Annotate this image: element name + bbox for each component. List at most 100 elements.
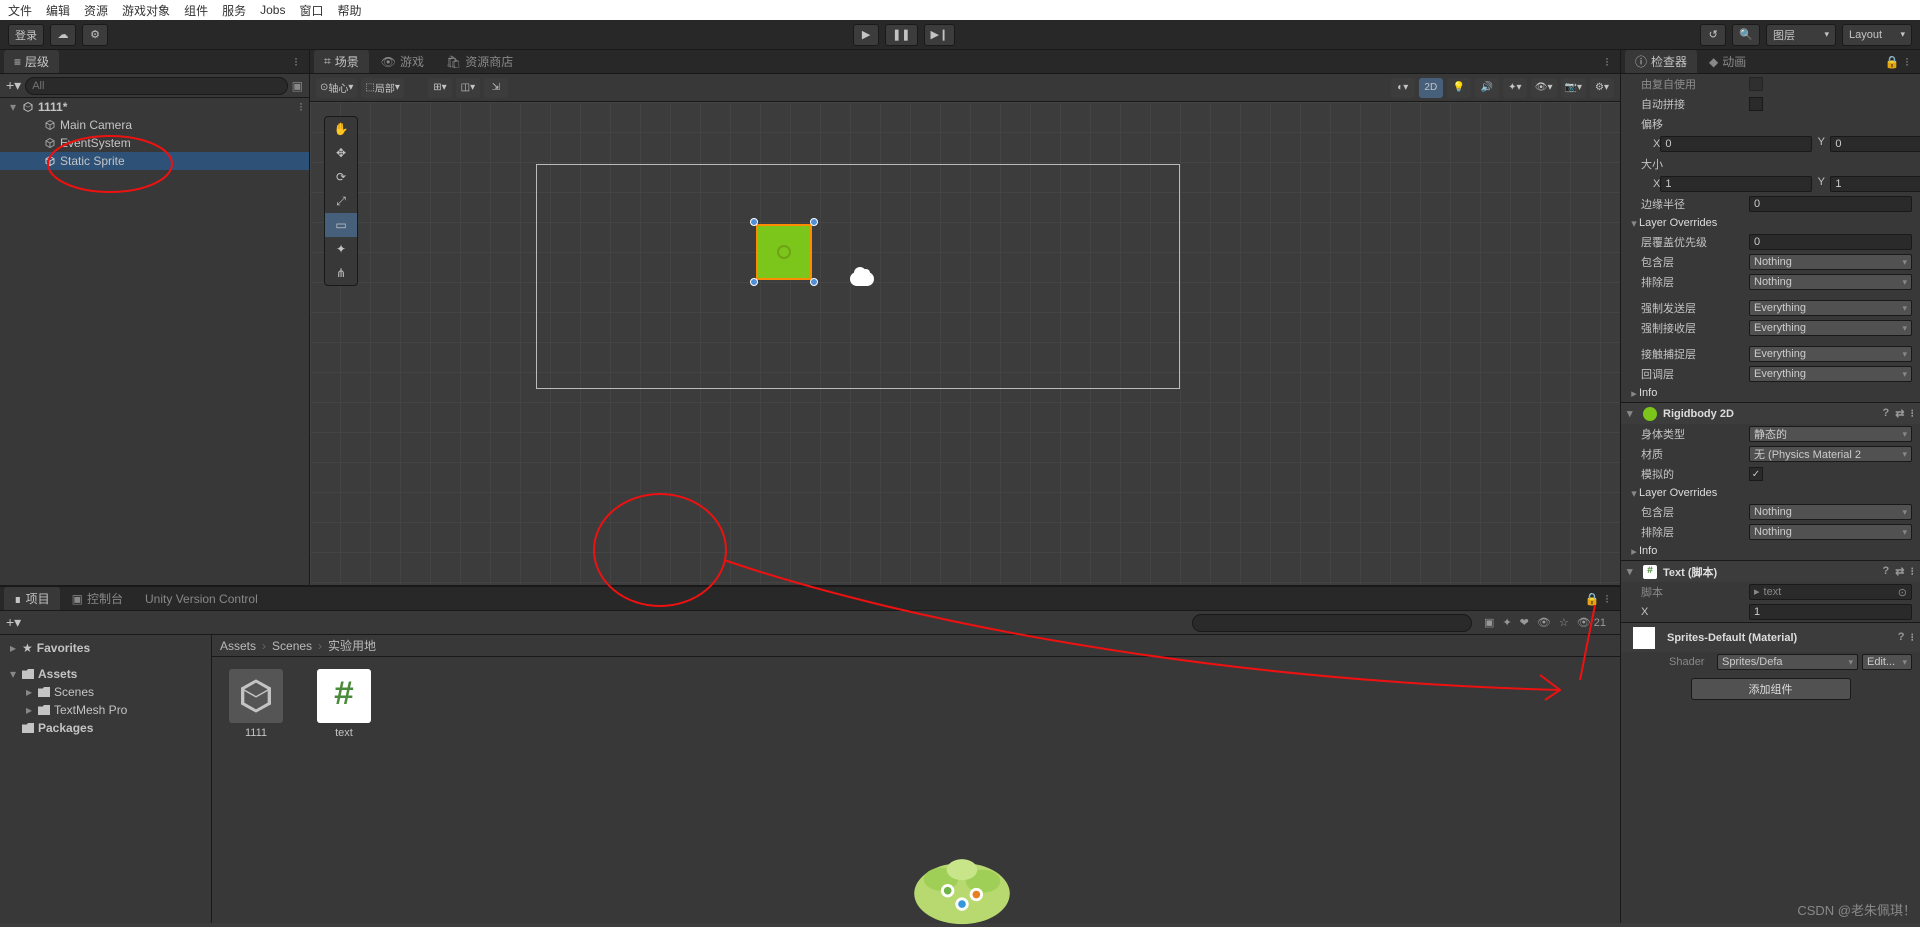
add-icon[interactable]: +▾ bbox=[6, 77, 21, 94]
hierarchy-item-eventsystem[interactable]: EventSystem bbox=[0, 134, 309, 152]
audio-icon[interactable]: 🔊 bbox=[1475, 78, 1499, 98]
menu-component[interactable]: 组件 bbox=[184, 2, 208, 19]
contact-dropdown[interactable]: Everything bbox=[1749, 346, 1912, 362]
menu-services[interactable]: 服务 bbox=[222, 2, 246, 19]
context-icon[interactable]: ⁝ bbox=[299, 100, 309, 114]
layer-prio-field[interactable] bbox=[1749, 234, 1912, 250]
size-x-field[interactable] bbox=[1660, 176, 1812, 192]
gizmos-icon[interactable]: ⚙▾ bbox=[1590, 78, 1614, 98]
help-icon[interactable]: ? bbox=[1883, 407, 1890, 420]
force-recv-dropdown[interactable]: Everything bbox=[1749, 320, 1912, 336]
grid-toggle[interactable]: ⊞▾ bbox=[428, 78, 452, 98]
tree-scenes[interactable]: ▸Scenes bbox=[0, 683, 211, 701]
material-header[interactable]: Sprites-Default (Material) ?⁝ bbox=[1621, 622, 1920, 652]
layout-dropdown[interactable]: Layout▾ bbox=[1842, 24, 1912, 46]
pane-menu-icon[interactable]: ⁝ bbox=[288, 55, 305, 69]
asset-script[interactable]: # text bbox=[312, 669, 376, 739]
search-icon[interactable]: 🔍 bbox=[1732, 24, 1760, 46]
step-button[interactable]: ▶❙ bbox=[924, 24, 956, 46]
rigidbody-header[interactable]: ▾ Rigidbody 2D ?⇄⁝ bbox=[1621, 402, 1920, 424]
menu-file[interactable]: 文件 bbox=[8, 2, 32, 19]
draw-mode-icon[interactable]: ◐▾ bbox=[1391, 78, 1415, 98]
rb-include-dropdown[interactable]: Nothing bbox=[1749, 504, 1912, 520]
menu-jobs[interactable]: Jobs bbox=[260, 3, 285, 17]
scale-tool[interactable]: ⤢ bbox=[325, 189, 357, 213]
rb-exclude-dropdown[interactable]: Nothing bbox=[1749, 524, 1912, 540]
project-grid[interactable]: 1111 # text bbox=[212, 657, 1620, 923]
light-icon[interactable]: 💡 bbox=[1447, 78, 1471, 98]
custom-tool[interactable]: ⋔ bbox=[325, 261, 357, 285]
context-icon[interactable]: ⁝ bbox=[1911, 407, 1915, 420]
crumb-current[interactable]: 实验用地 bbox=[328, 637, 376, 654]
shader-dropdown[interactable]: Sprites/Defa bbox=[1717, 654, 1858, 670]
gear-icon[interactable]: ⚙ bbox=[82, 24, 108, 46]
include-dropdown[interactable]: Nothing bbox=[1749, 254, 1912, 270]
offset-x-field[interactable] bbox=[1660, 136, 1812, 152]
console-tab[interactable]: ▣控制台 bbox=[62, 587, 133, 610]
pause-button[interactable]: ❚❚ bbox=[885, 24, 917, 46]
hidden-icon[interactable]: 👁▾ bbox=[1531, 78, 1557, 98]
crumb-assets[interactable]: Assets bbox=[220, 639, 256, 653]
lock-icon[interactable]: 🔒 ⁝ bbox=[1579, 592, 1616, 606]
exclude-dropdown[interactable]: Nothing bbox=[1749, 274, 1912, 290]
menu-gameobject[interactable]: 游戏对象 bbox=[122, 2, 170, 19]
hidden-count-icon[interactable]: 👁 bbox=[1537, 616, 1551, 629]
2d-toggle[interactable]: 2D bbox=[1419, 78, 1443, 98]
offset-y-field[interactable] bbox=[1830, 136, 1920, 152]
snap-toggle[interactable]: ◫▾ bbox=[456, 78, 480, 98]
preset-icon[interactable]: ⇄ bbox=[1895, 407, 1904, 420]
hierarchy-scene-row[interactable]: ▾ 1111* ⁝ bbox=[0, 98, 309, 116]
hierarchy-search[interactable] bbox=[25, 77, 287, 95]
animation-tab[interactable]: ◆动画 bbox=[1699, 50, 1756, 73]
fx-icon[interactable]: ✦▾ bbox=[1503, 78, 1527, 98]
edge-radius-field[interactable] bbox=[1749, 196, 1912, 212]
uvc-tab[interactable]: Unity Version Control bbox=[135, 589, 268, 609]
menu-assets[interactable]: 资源 bbox=[84, 2, 108, 19]
simulated-checkbox[interactable]: ✓ bbox=[1749, 467, 1763, 481]
context-icon[interactable]: ⁝ bbox=[1911, 631, 1915, 644]
body-type-dropdown[interactable]: 静态的 bbox=[1749, 426, 1912, 442]
move-tool[interactable]: ✥ bbox=[325, 141, 357, 165]
script-header[interactable]: ▾# Text (脚本) ?⇄⁝ bbox=[1621, 560, 1920, 582]
filter-fav-icon[interactable]: ❤ bbox=[1520, 616, 1529, 629]
filter-label-icon[interactable]: ✦ bbox=[1502, 616, 1511, 629]
tree-assets[interactable]: ▾Assets bbox=[0, 665, 211, 683]
hand-tool[interactable]: ✋ bbox=[325, 117, 357, 141]
script-ref[interactable]: ▸text⊙ bbox=[1749, 584, 1912, 600]
camera-icon[interactable]: 📷▾ bbox=[1561, 78, 1586, 98]
asset-store-tab[interactable]: 🛍资源商店 bbox=[436, 50, 523, 73]
menu-edit[interactable]: 编辑 bbox=[46, 2, 70, 19]
transform-tool[interactable]: ✦ bbox=[325, 237, 357, 261]
asset-scene[interactable]: 1111 bbox=[224, 669, 288, 739]
selected-sprite[interactable] bbox=[754, 222, 814, 282]
pane-menu-icon[interactable]: ⁝ bbox=[1599, 55, 1616, 69]
pivot-toggle[interactable]: ⊙轴心 ▾ bbox=[316, 78, 357, 98]
game-tab[interactable]: 👁游戏 bbox=[371, 50, 434, 73]
filter-type-icon[interactable]: ▣ bbox=[1484, 616, 1494, 629]
filter-icon[interactable]: ▣ bbox=[292, 79, 303, 93]
force-send-dropdown[interactable]: Everything bbox=[1749, 300, 1912, 316]
add-icon[interactable]: +▾ bbox=[6, 614, 21, 631]
local-toggle[interactable]: ⬚局部 ▾ bbox=[361, 78, 403, 98]
tree-tmp[interactable]: ▸TextMesh Pro bbox=[0, 701, 211, 719]
scene-viewport[interactable]: ✋ ✥ ⟳ ⤢ ▭ ✦ ⋔ bbox=[310, 102, 1620, 585]
hierarchy-item-static-sprite[interactable]: Static Sprite bbox=[0, 152, 309, 170]
hierarchy-tab[interactable]: ≡层级 bbox=[4, 50, 59, 73]
edit-shader-button[interactable]: Edit... bbox=[1862, 654, 1912, 670]
size-y-field[interactable] bbox=[1830, 176, 1920, 192]
undo-history-icon[interactable]: ↺ bbox=[1700, 24, 1726, 46]
rotate-tool[interactable]: ⟳ bbox=[325, 165, 357, 189]
hierarchy-item-camera[interactable]: Main Camera bbox=[0, 116, 309, 134]
project-tab[interactable]: ∎项目 bbox=[4, 587, 60, 610]
preset-icon[interactable]: ⇄ bbox=[1895, 565, 1904, 578]
layers-dropdown[interactable]: 图层▾ bbox=[1766, 24, 1836, 46]
favorites-node[interactable]: ▸★Favorites bbox=[0, 639, 211, 657]
crumb-scenes[interactable]: Scenes bbox=[272, 639, 312, 653]
inspector-tab[interactable]: ⓘ检查器 bbox=[1625, 50, 1697, 73]
play-button[interactable]: ▶ bbox=[853, 24, 879, 46]
checkbox[interactable] bbox=[1749, 77, 1763, 91]
scene-tab[interactable]: ⌗场景 bbox=[314, 50, 369, 73]
login-button[interactable]: 登录 bbox=[8, 24, 44, 46]
tree-packages[interactable]: Packages bbox=[0, 719, 211, 737]
lock-icon[interactable]: 🔒 ⁝ bbox=[1879, 55, 1916, 69]
